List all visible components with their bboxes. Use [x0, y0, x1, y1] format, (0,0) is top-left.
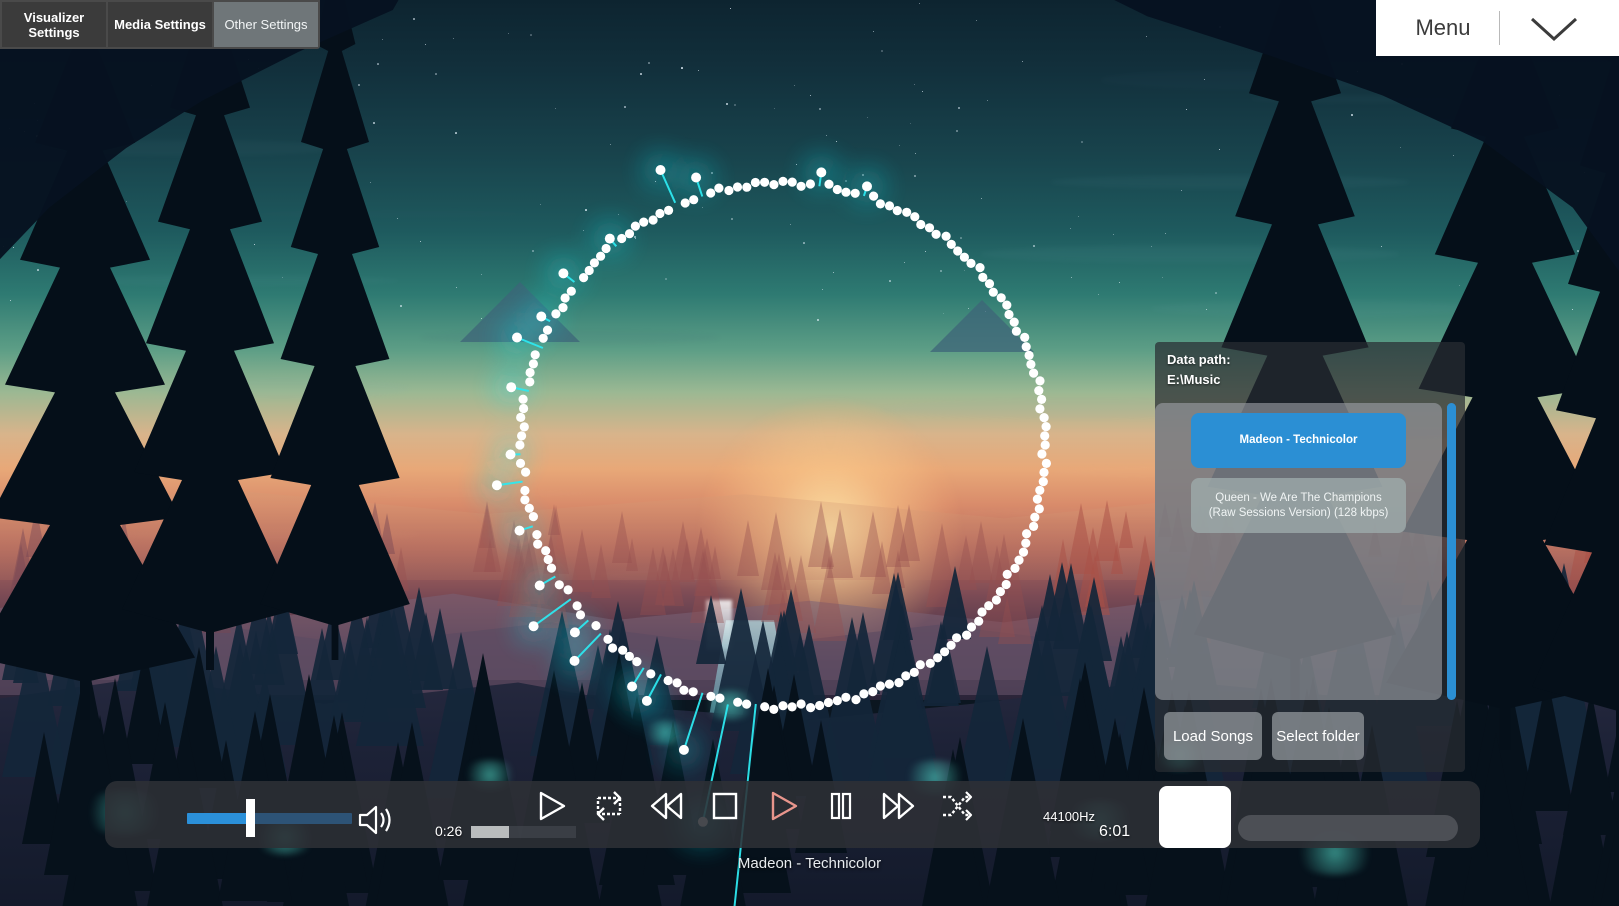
repeat-button[interactable]: [588, 785, 630, 827]
data-path-value: E:\Music: [1167, 372, 1221, 387]
select-folder-button[interactable]: Select folder: [1272, 712, 1364, 760]
settings-tab-bar: Visualizer Settings Media Settings Other…: [0, 0, 320, 49]
play-button[interactable]: [762, 785, 804, 827]
speaker-volume-icon[interactable]: [357, 803, 395, 842]
stop-button[interactable]: [704, 785, 746, 827]
app-window: Visualizer Settings Media Settings Other…: [0, 0, 1619, 906]
seek-bar[interactable]: [1238, 815, 1458, 841]
mini-progress-fill: [471, 826, 509, 838]
song-list[interactable]: Madeon - Technicolor Queen - We Are The …: [1155, 403, 1442, 700]
pause-button[interactable]: [820, 785, 862, 827]
shuffle-button[interactable]: [936, 785, 978, 827]
song-title: Madeon - Technicolor: [1239, 434, 1358, 446]
volume-handle[interactable]: [246, 799, 255, 837]
tab-visualizer-settings[interactable]: Visualizer Settings: [2, 2, 106, 47]
tab-label: Visualizer Settings: [23, 9, 85, 40]
now-playing-title: Madeon - Technicolor: [737, 855, 882, 872]
elapsed-time: 0:26: [435, 823, 463, 839]
song-list-scrollbar[interactable]: [1447, 403, 1456, 700]
tab-other-settings[interactable]: Other Settings: [214, 2, 318, 47]
volume-slider[interactable]: [187, 799, 352, 837]
volume-fill: [187, 813, 249, 824]
distant-mountain: [460, 282, 580, 342]
list-item[interactable]: Queen - We Are The Champions (Raw Sessio…: [1191, 478, 1406, 533]
sample-rate-label: 44100Hz: [1043, 809, 1096, 824]
list-item[interactable]: Madeon - Technicolor: [1191, 413, 1406, 468]
rewind-button[interactable]: [646, 785, 688, 827]
fast-forward-button[interactable]: [878, 785, 920, 827]
mini-progress-bar[interactable]: [471, 826, 576, 838]
load-songs-button[interactable]: Load Songs: [1164, 712, 1262, 760]
scrollbar-thumb[interactable]: [1447, 403, 1456, 700]
album-art: [1159, 786, 1231, 848]
data-path: Data path: E:\Music: [1167, 350, 1231, 390]
total-time: 6:01: [1099, 823, 1131, 840]
song-title: Queen - We Are The Champions (Raw Sessio…: [1208, 491, 1389, 519]
transport-controls: [530, 785, 978, 827]
tab-media-settings[interactable]: Media Settings: [108, 2, 212, 47]
menu-panel[interactable]: Menu: [1376, 0, 1619, 56]
tab-label: Media Settings: [114, 17, 206, 32]
menu-label: Menu: [1415, 15, 1471, 40]
distant-mountain: [930, 300, 1034, 352]
player-control-bar: 0:26 44100Hz 6:01: [105, 781, 1480, 848]
tab-label: Other Settings: [224, 17, 308, 32]
chevron-down-icon[interactable]: [1500, 13, 1580, 43]
play-outline-button[interactable]: [530, 785, 572, 827]
data-path-label: Data path:: [1167, 352, 1231, 367]
library-panel: Data path: E:\Music Madeon - Technicolor…: [1155, 342, 1465, 772]
